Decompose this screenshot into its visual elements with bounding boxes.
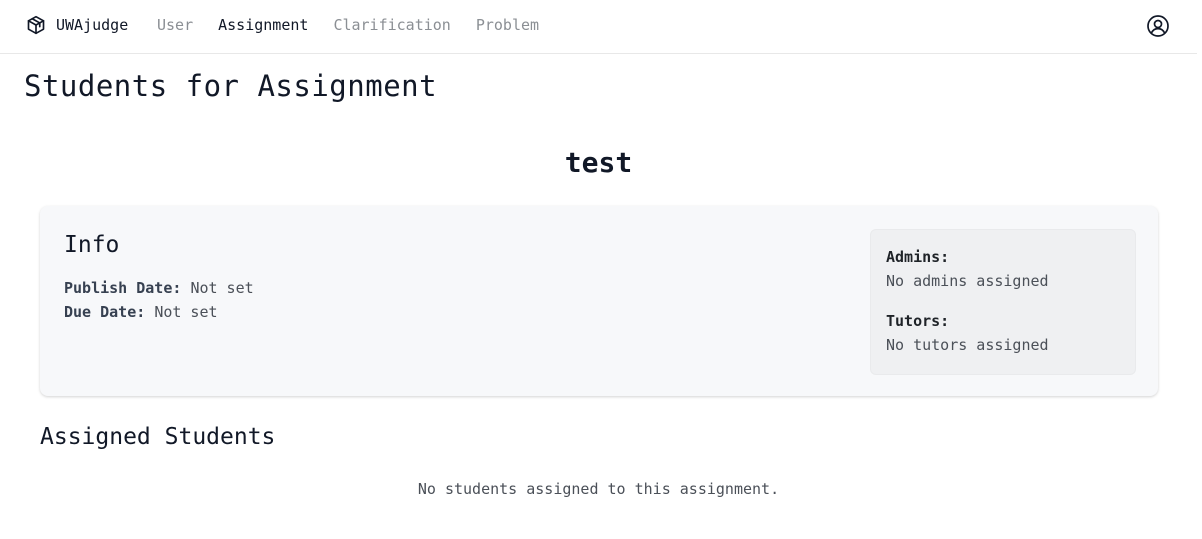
assigned-students-heading: Assigned Students	[40, 424, 276, 450]
nav-link-clarification[interactable]: Clarification	[333, 16, 450, 34]
nav-link-assignment[interactable]: Assignment	[218, 16, 308, 34]
assignment-name: test	[564, 146, 633, 179]
admins-value: No admins assigned	[886, 272, 1049, 290]
empty-students-message: No students assigned to this assignment.	[417, 480, 780, 498]
nav-link-user[interactable]: User	[157, 16, 193, 34]
user-circle-icon	[1146, 14, 1170, 38]
profile-button[interactable]	[1146, 14, 1170, 38]
tutors-label: Tutors:	[886, 312, 950, 330]
due-date-value: Not set	[154, 303, 218, 321]
publish-date-row: Publish Date: Not set	[64, 277, 254, 299]
info-card: Info Publish Date: Not set Due Date: Not…	[40, 206, 1158, 396]
brand-link[interactable]: UWAjudge	[26, 14, 128, 36]
publish-date-value: Not set	[190, 279, 254, 297]
staff-panel: Admins: No admins assigned Tutors: No tu…	[870, 229, 1136, 375]
due-date-row: Due Date: Not set	[64, 301, 218, 323]
top-navbar: UWAjudge User Assignment Clarification P…	[0, 0, 1197, 54]
admins-label: Admins:	[886, 248, 950, 266]
nav-links: User Assignment Clarification Problem	[157, 14, 564, 36]
info-heading: Info	[64, 232, 120, 258]
brand-name: UWAjudge	[56, 16, 129, 34]
due-date-label: Due Date:	[64, 303, 146, 321]
page-title: Students for Assignment	[24, 69, 438, 103]
nav-link-problem[interactable]: Problem	[476, 16, 539, 34]
publish-date-label: Publish Date:	[64, 279, 182, 297]
tutors-value: No tutors assigned	[886, 336, 1049, 354]
cube-icon	[26, 15, 46, 35]
